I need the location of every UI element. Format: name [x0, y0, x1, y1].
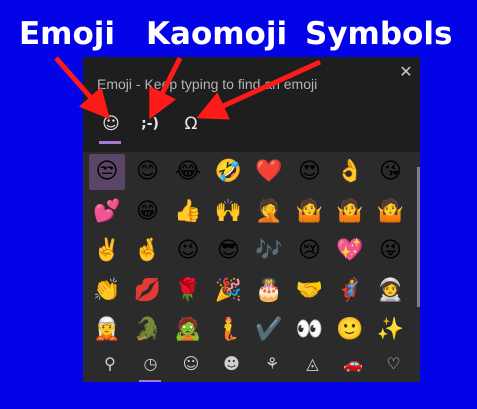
category-search-icon[interactable]: ⚲	[95, 351, 125, 377]
panel-header: Emoji - Keep typing to find an emoji ✕ ☺…	[83, 57, 420, 152]
emoji-cell[interactable]: 👌	[332, 154, 368, 190]
category-celebration-icon[interactable]: ⚘	[257, 351, 287, 377]
emoji-cell[interactable]: 😍	[292, 154, 328, 190]
category-recent-icon[interactable]: ◷	[136, 351, 166, 377]
search-hint[interactable]: Emoji - Keep typing to find an emoji	[97, 75, 317, 93]
emoji-cell[interactable]: 👀	[292, 312, 328, 348]
emoji-caption: Emoji	[19, 16, 116, 52]
category-people-icon[interactable]: ☻	[217, 351, 247, 377]
emoji-cell[interactable]: 😜	[373, 233, 409, 269]
emoji-cell[interactable]: 🤣	[211, 154, 247, 190]
emoji-cell[interactable]: 🧟	[170, 312, 206, 348]
active-category-indicator	[139, 380, 161, 382]
category-bar: ⚲ ◷ ☺ ☻ ⚘ ◬ 🚗 ♡	[83, 347, 420, 382]
emoji-cell[interactable]: 🙂	[332, 312, 368, 348]
emoji-cell[interactable]: 😎	[211, 233, 247, 269]
kaomoji-caption: Kaomoji	[146, 16, 288, 52]
symbols-caption: Symbols	[305, 16, 453, 52]
emoji-cell[interactable]: 🤷	[373, 194, 409, 230]
emoji-cell[interactable]: 🌹	[170, 273, 206, 309]
emoji-cell[interactable]: 🤷	[292, 194, 328, 230]
emoji-cell[interactable]: 🤷	[332, 194, 368, 230]
emoji-cell[interactable]: 👏	[89, 273, 125, 309]
emoji-cell[interactable]: 😂	[170, 154, 206, 190]
emoji-cell[interactable]: 💖	[332, 233, 368, 269]
category-travel-icon[interactable]: 🚗	[338, 351, 368, 377]
emoji-cell[interactable]: 🧜	[211, 312, 247, 348]
emoji-cell[interactable]: 😉	[170, 233, 206, 269]
emoji-cell[interactable]: 🦸	[332, 273, 368, 309]
emoji-cell[interactable]: 💋	[130, 273, 166, 309]
active-tab-indicator	[99, 141, 121, 144]
emoji-cell[interactable]: 🧑‍🚀	[373, 273, 409, 309]
emoji-cell[interactable]: 🙌	[211, 194, 247, 230]
emoji-cell[interactable]: 🐊	[130, 312, 166, 348]
emoji-cell[interactable]: ✨	[373, 312, 409, 348]
emoji-cell[interactable]: ✌️	[89, 233, 125, 269]
tab-symbols[interactable]: Ω	[174, 107, 208, 143]
emoji-cell[interactable]: 😒	[89, 154, 125, 190]
emoji-cell[interactable]: 🧝	[89, 312, 125, 348]
emoji-cell[interactable]: 😊	[130, 154, 166, 190]
category-heart-icon[interactable]: ♡	[379, 351, 409, 377]
emoji-cell[interactable]: 🤦	[251, 194, 287, 230]
emoji-cell[interactable]: 😁	[130, 194, 166, 230]
emoji-cell[interactable]: ✔️	[251, 312, 287, 348]
category-smiley-icon[interactable]: ☺	[176, 351, 206, 377]
emoji-cell[interactable]: 🎶	[251, 233, 287, 269]
emoji-panel: Emoji - Keep typing to find an emoji ✕ ☺…	[83, 57, 420, 382]
emoji-cell[interactable]: 🎉	[211, 273, 247, 309]
close-button[interactable]: ✕	[397, 63, 415, 81]
emoji-cell[interactable]: 👍	[170, 194, 206, 230]
emoji-cell[interactable]: ❤️	[251, 154, 287, 190]
emoji-cell[interactable]: 💕	[89, 194, 125, 230]
emoji-cell[interactable]: 😘	[373, 154, 409, 190]
emoji-cell[interactable]: 🤝	[292, 273, 328, 309]
tab-kaomoji[interactable]: ;-)	[133, 107, 167, 143]
emoji-cell[interactable]: 😢	[292, 233, 328, 269]
tab-emoji[interactable]: ☺	[94, 107, 128, 143]
emoji-cell[interactable]: 🤞	[130, 233, 166, 269]
emoji-cell[interactable]: 🎂	[251, 273, 287, 309]
category-food-icon[interactable]: ◬	[298, 351, 328, 377]
scrollbar[interactable]	[417, 167, 420, 307]
